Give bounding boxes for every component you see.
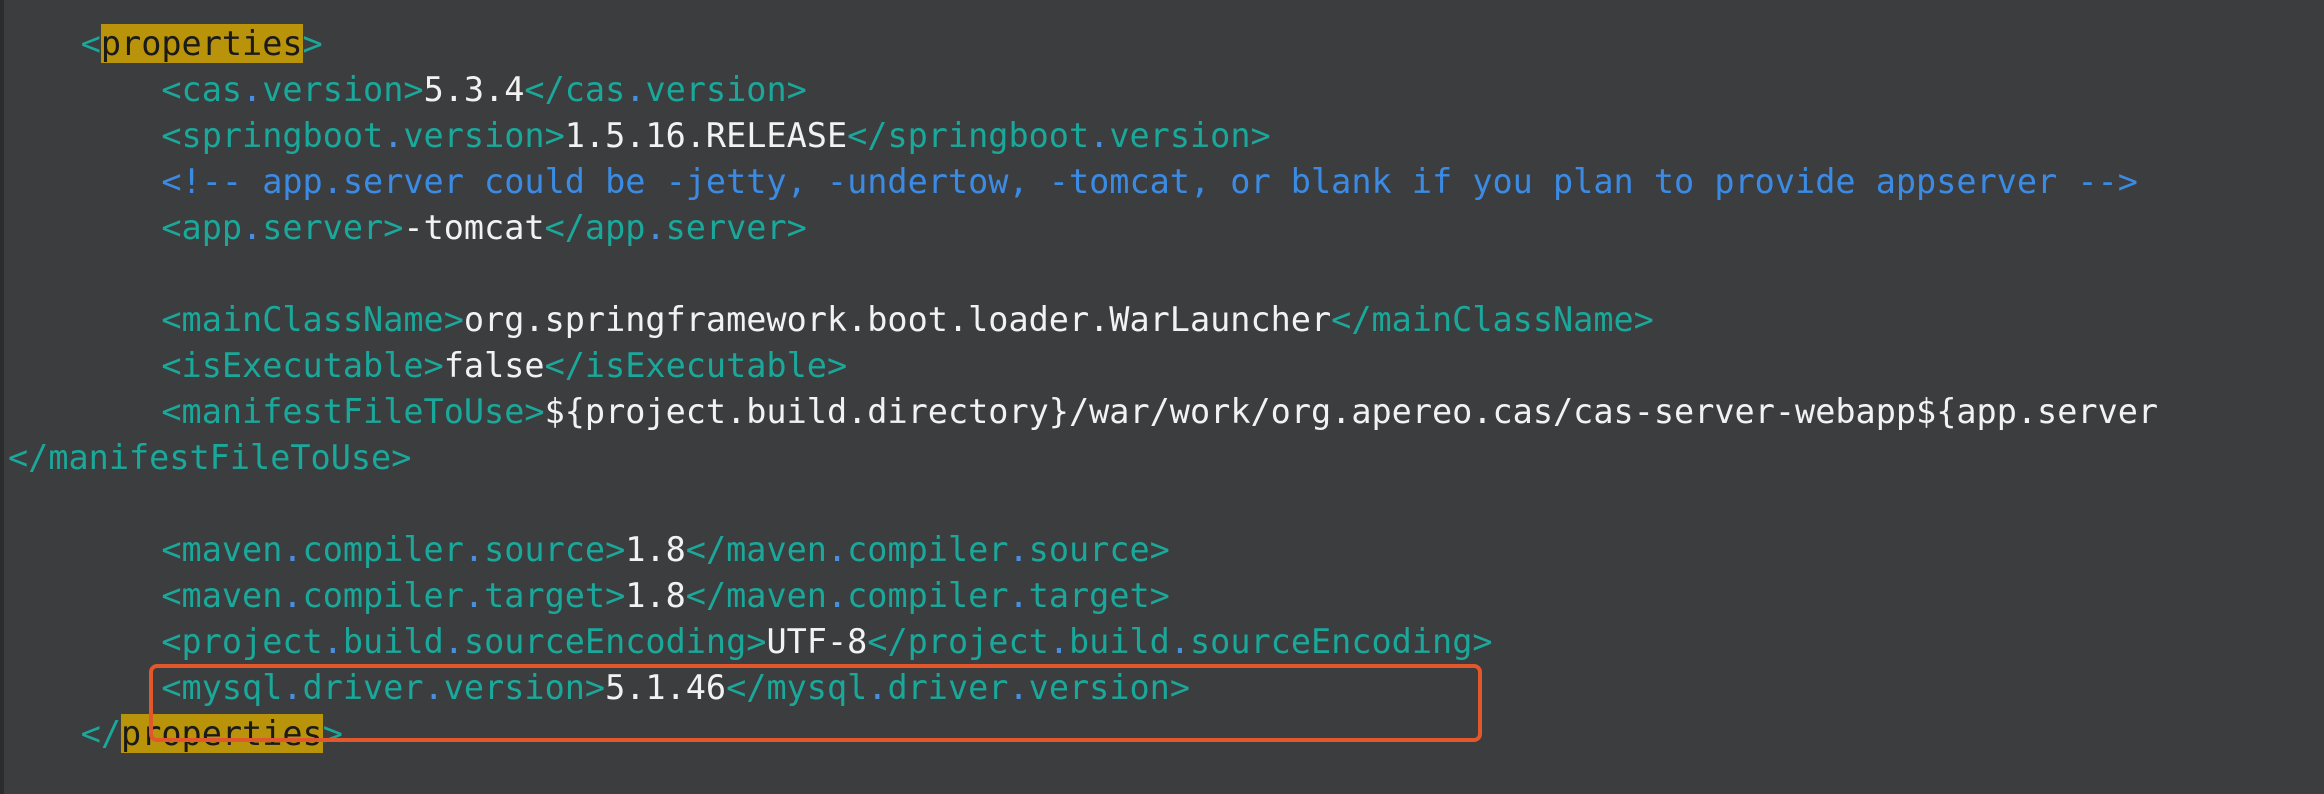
cas-version-value: 5.3.4 xyxy=(423,70,525,109)
tag-bracket: > xyxy=(322,714,343,753)
tag-dot: . xyxy=(463,530,485,569)
tag-dot: . xyxy=(1008,530,1029,569)
tag-dot: . xyxy=(322,622,343,661)
tag-dot: . xyxy=(463,576,485,615)
tag-bracket: < xyxy=(80,24,101,63)
tag-dot: . xyxy=(1048,622,1069,661)
tag-close: build xyxy=(1068,622,1170,661)
code-line-manifest-file: <manifestFileToUse>${project.build.direc… xyxy=(0,389,2158,435)
properties-tag-match: properties xyxy=(121,714,323,753)
tag-open: <manifestFileToUse> xyxy=(161,392,545,431)
tag-bracket: > xyxy=(302,24,323,63)
tag-dot: . xyxy=(826,530,848,569)
code-line-mysql-driver-version: <mysql.driver.version>5.1.46</mysql.driv… xyxy=(0,665,1190,711)
tag-open: source> xyxy=(484,530,626,569)
tag-close: </springboot xyxy=(847,116,1090,155)
properties-tag-match: properties xyxy=(100,24,303,63)
source-encoding-value: UTF-8 xyxy=(766,622,868,661)
is-executable-value: false xyxy=(443,346,545,385)
tag-dot: . xyxy=(625,70,646,109)
tag-dot: . xyxy=(242,208,263,247)
compiler-target-value: 1.8 xyxy=(625,576,686,615)
tag-close: </mainClassName> xyxy=(1331,300,1654,339)
tag-close: compiler xyxy=(847,530,1009,569)
tag-close: server> xyxy=(665,208,807,247)
tag-close: </app xyxy=(544,208,646,247)
code-line-manifest-file-close: </manifestFileToUse> xyxy=(8,435,411,481)
tag-open: <mysql xyxy=(161,668,283,707)
tag-dot: . xyxy=(826,576,848,615)
main-class-name-value: org.springframework.boot.loader.WarLaunc… xyxy=(463,300,1332,339)
xml-comment: <!-- app.server could be -jetty, -undert… xyxy=(161,162,2138,201)
tag-close: compiler xyxy=(847,576,1009,615)
tag-dot: . xyxy=(443,622,464,661)
tag-close: </cas xyxy=(524,70,626,109)
tag-dot: . xyxy=(1169,622,1190,661)
tag-close: source> xyxy=(1028,530,1170,569)
code-line-compiler-source: <maven.compiler.source>1.8</maven.compil… xyxy=(0,527,1170,573)
tag-open: <springboot xyxy=(161,116,384,155)
code-line-app-server: <app.server>-tomcat</app.server> xyxy=(0,205,807,251)
tag-dot: . xyxy=(423,668,444,707)
tag-bracket: </ xyxy=(80,714,122,753)
tag-close: version> xyxy=(645,70,807,109)
tag-close: </isExecutable> xyxy=(544,346,848,385)
manifest-file-value: ${project.build.directory}/war/work/org.… xyxy=(544,392,2159,431)
compiler-source-value: 1.8 xyxy=(625,530,686,569)
tag-dot: . xyxy=(383,116,404,155)
tag-open: version> xyxy=(443,668,606,707)
code-line-comment: <!-- app.server could be -jetty, -undert… xyxy=(0,159,2138,205)
tag-close: sourceEncoding> xyxy=(1190,622,1493,661)
code-line-is-executable: <isExecutable>false</isExecutable> xyxy=(0,343,847,389)
code-line-properties-open: <properties> xyxy=(0,21,323,67)
tag-close: target> xyxy=(1028,576,1170,615)
tag-dot: . xyxy=(867,668,888,707)
tag-dot: . xyxy=(645,208,666,247)
tag-open: <maven xyxy=(161,576,283,615)
tag-open: <project xyxy=(161,622,323,661)
code-line-properties-close: </properties> xyxy=(0,711,343,757)
tag-close: </project xyxy=(867,622,1049,661)
tag-open: <maven xyxy=(161,530,283,569)
code-line-compiler-target: <maven.compiler.target>1.8</maven.compil… xyxy=(0,573,1170,619)
code-line-cas-version: <cas.version>5.3.4</cas.version> xyxy=(0,67,807,113)
tag-close: </maven xyxy=(685,530,827,569)
tag-dot: . xyxy=(1008,668,1029,707)
tag-close: </maven xyxy=(685,576,827,615)
tag-open: server> xyxy=(262,208,404,247)
tag-open: sourceEncoding> xyxy=(463,622,767,661)
tag-open: driver xyxy=(302,668,424,707)
tag-open: <app xyxy=(161,208,243,247)
tag-open: <cas xyxy=(161,70,243,109)
tag-dot: . xyxy=(1089,116,1110,155)
tag-dot: . xyxy=(242,70,263,109)
tag-open: target> xyxy=(484,576,626,615)
code-line-source-encoding: <project.build.sourceEncoding>UTF-8</pro… xyxy=(0,619,1493,665)
mysql-driver-version-value: 5.1.46 xyxy=(605,668,727,707)
code-editor[interactable]: <properties> <cas.version>5.3.4</cas.ver… xyxy=(0,0,2324,794)
tag-close: driver xyxy=(887,668,1009,707)
app-server-value: -tomcat xyxy=(403,208,545,247)
code-line-springboot-version: <springboot.version>1.5.16.RELEASE</spri… xyxy=(0,113,1271,159)
tag-open: <mainClassName> xyxy=(161,300,464,339)
tag-dot: . xyxy=(282,576,303,615)
tag-close: </manifestFileToUse> xyxy=(8,438,412,477)
tag-dot: . xyxy=(1008,576,1029,615)
code-line-main-class-name: <mainClassName>org.springframework.boot.… xyxy=(0,297,1654,343)
tag-close: version> xyxy=(1109,116,1271,155)
tag-close: version> xyxy=(1028,668,1191,707)
springboot-version-value: 1.5.16.RELEASE xyxy=(564,116,848,155)
tag-open: build xyxy=(342,622,444,661)
tag-open: version> xyxy=(403,116,565,155)
tag-dot: . xyxy=(282,530,303,569)
tag-open: compiler xyxy=(302,576,464,615)
tag-open: compiler xyxy=(302,530,464,569)
tag-open: version> xyxy=(262,70,424,109)
tag-open: <isExecutable> xyxy=(161,346,444,385)
tag-dot: . xyxy=(282,668,303,707)
tag-close: </mysql xyxy=(726,668,868,707)
